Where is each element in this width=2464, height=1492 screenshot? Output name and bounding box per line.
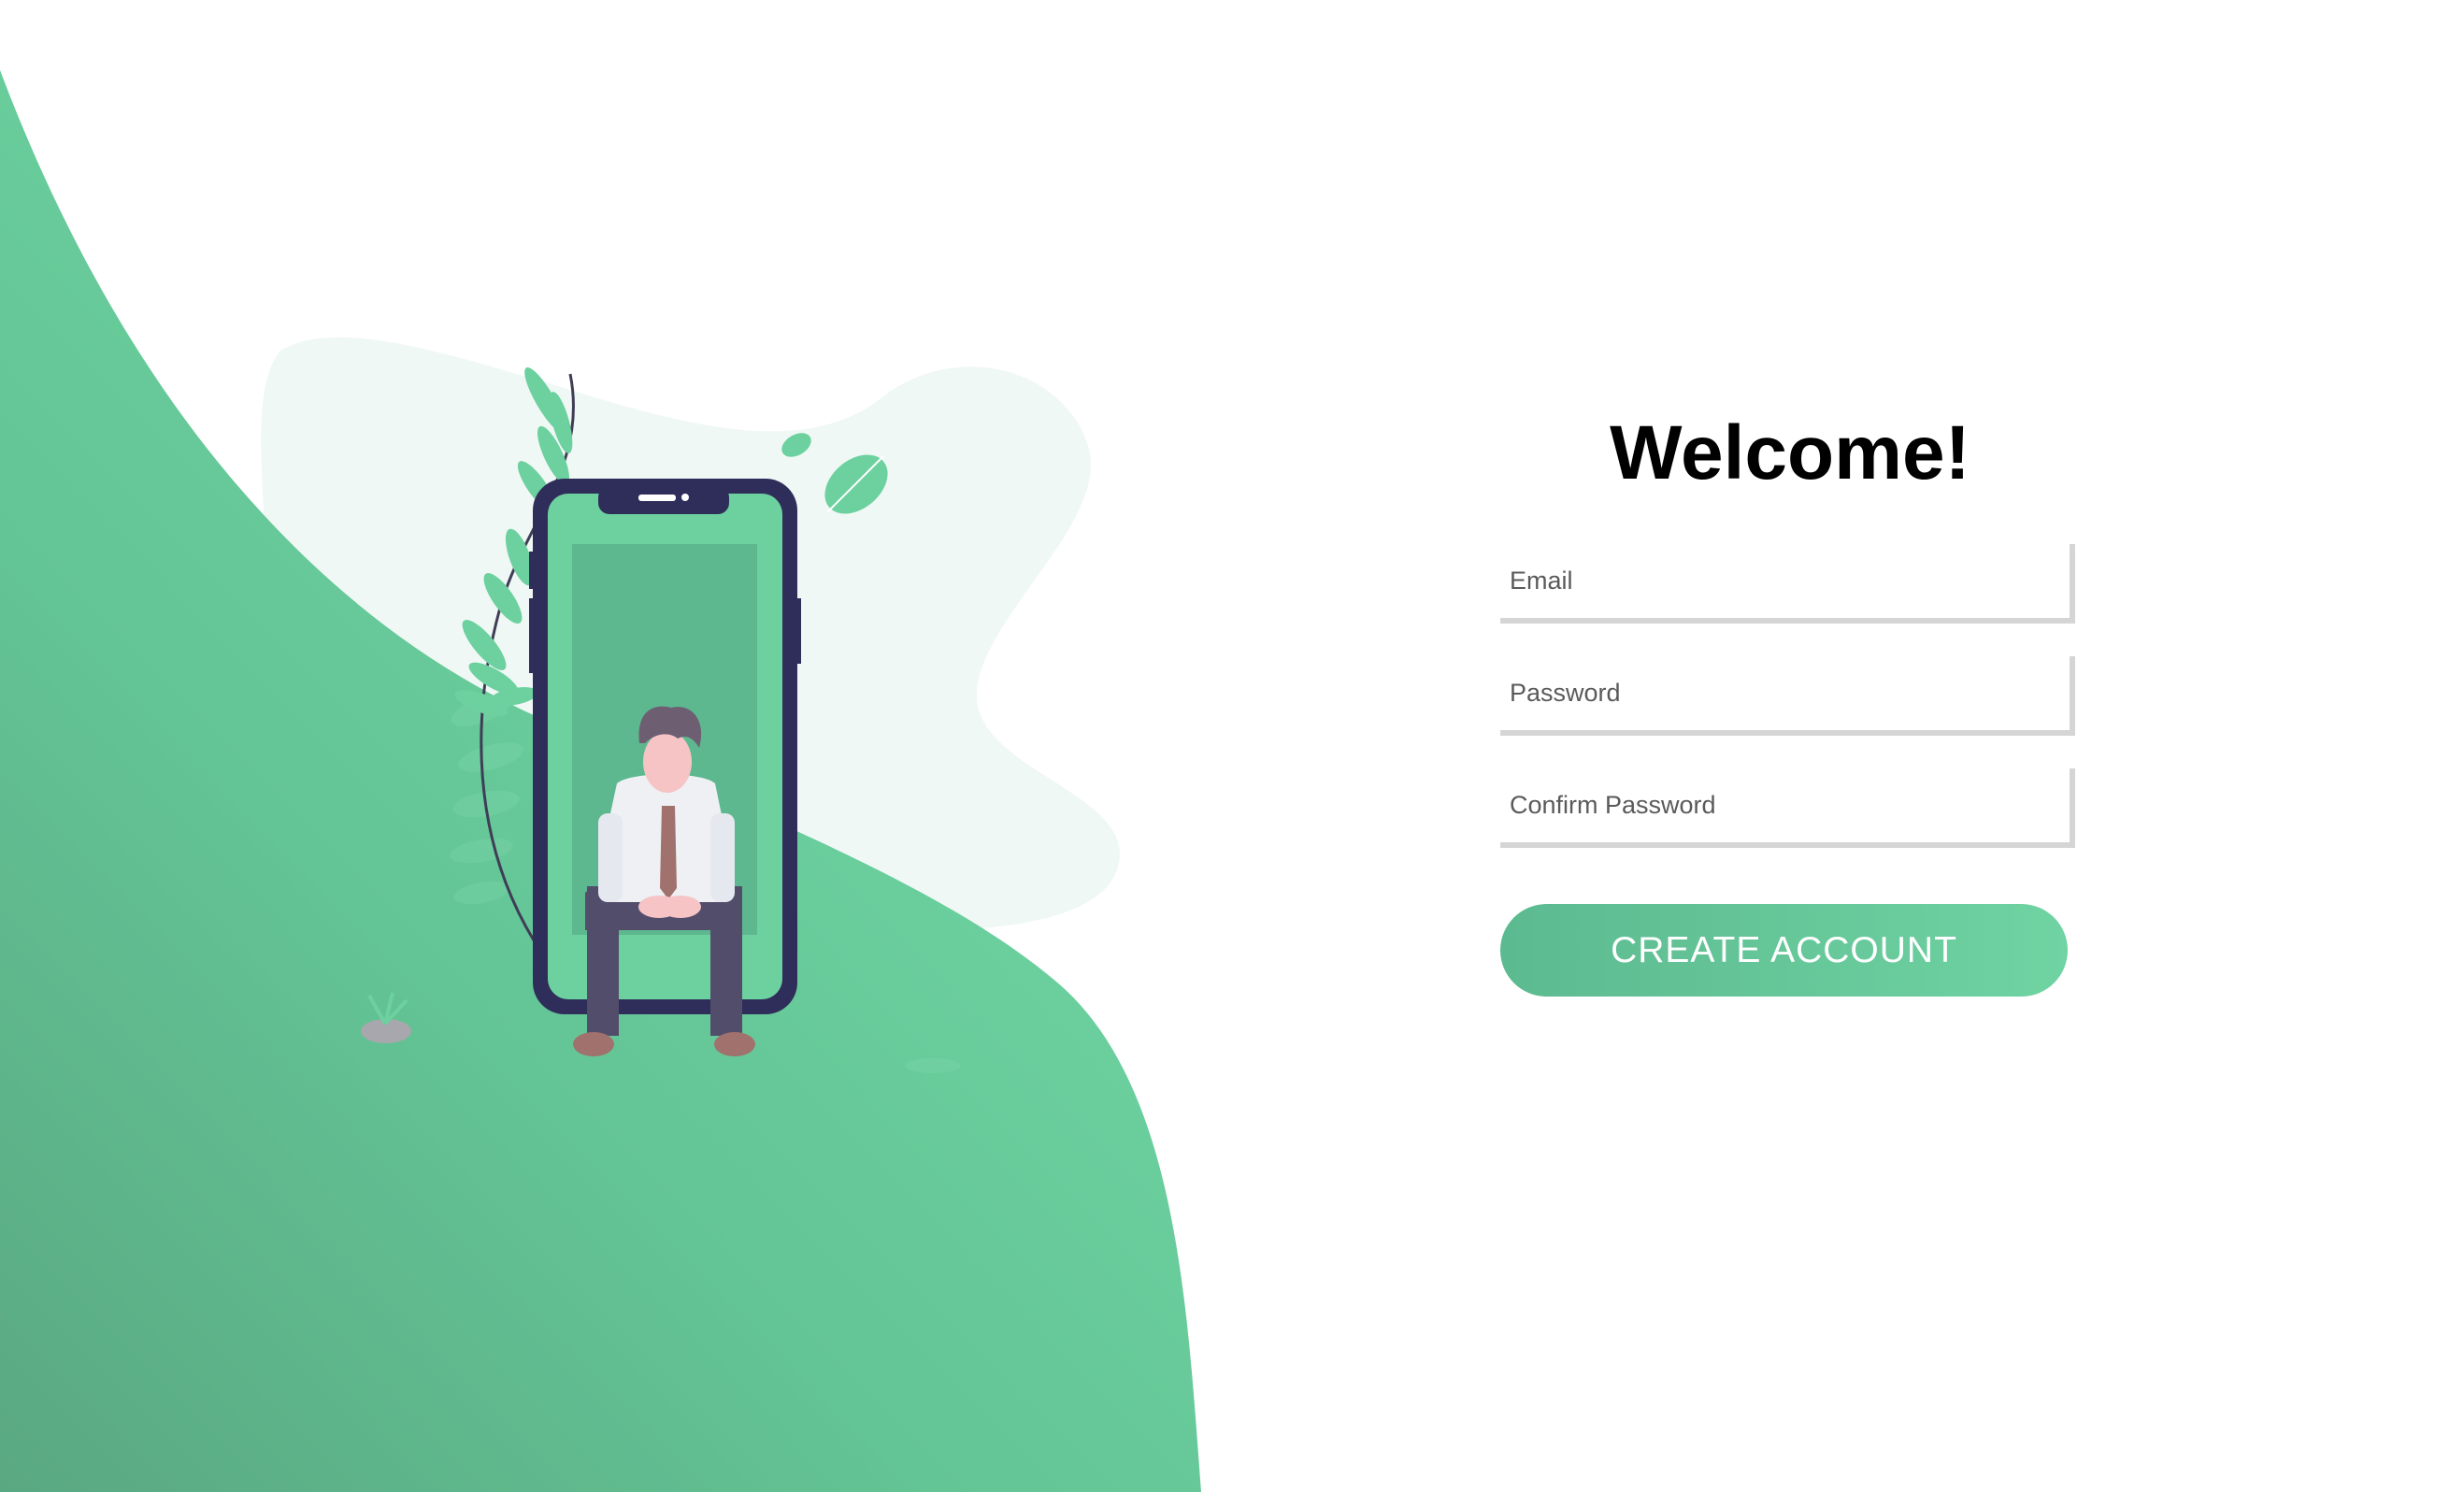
signup-form: Welcome! CREATE ACCOUNT: [1500, 402, 2080, 997]
decorative-illustration: [0, 70, 1201, 1492]
create-account-button[interactable]: CREATE ACCOUNT: [1500, 904, 2068, 997]
signup-page: Welcome! CREATE ACCOUNT: [0, 0, 2464, 1492]
confirm-password-field[interactable]: [1500, 768, 2075, 848]
password-field[interactable]: [1500, 656, 2075, 736]
email-field[interactable]: [1500, 544, 2075, 624]
welcome-title: Welcome!: [1610, 410, 1970, 495]
